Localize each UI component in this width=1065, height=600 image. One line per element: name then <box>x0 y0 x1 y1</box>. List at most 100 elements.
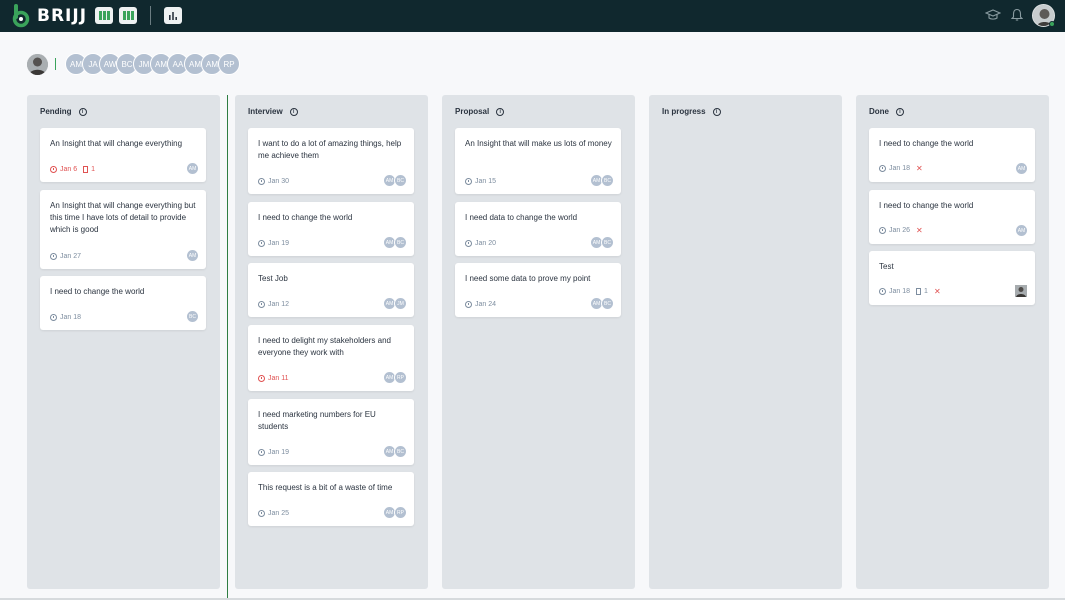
due-date: Jan 11 <box>268 375 289 382</box>
assignee-avatar[interactable]: AM <box>186 249 199 262</box>
graduation-cap-icon[interactable] <box>985 8 1001 22</box>
clock-icon <box>258 375 265 382</box>
job-card[interactable]: I want to do a lot of amazing things, he… <box>248 128 414 194</box>
columns-view-button[interactable] <box>119 7 137 24</box>
card-title: I need to change the world <box>50 287 145 296</box>
card-title: I need marketing numbers for EU students <box>258 410 376 431</box>
column-header: Pending i <box>40 107 87 116</box>
assignee-avatar[interactable]: RP <box>394 506 407 519</box>
clock-icon <box>258 301 265 308</box>
assignee-avatar[interactable]: BC <box>601 236 614 249</box>
card-assignees: AM JM <box>383 297 407 310</box>
column-header: Interview i <box>248 107 298 116</box>
close-icon[interactable]: ✕ <box>916 226 923 235</box>
job-card[interactable]: I need data to change the world Jan 20 AM B… <box>455 202 621 256</box>
online-status-dot <box>1049 21 1055 27</box>
assignee-avatar[interactable]: JM <box>394 297 407 310</box>
card-title: I need to change the world <box>258 213 353 222</box>
brand-logo-icon <box>12 4 30 28</box>
close-icon[interactable]: ✕ <box>934 287 941 296</box>
toolbar-divider <box>150 6 151 25</box>
assignee-avatar[interactable]: BC <box>601 297 614 310</box>
due-date: Jan 25 <box>268 510 290 517</box>
bar-chart-icon <box>169 11 177 20</box>
card-meta: Jan 20 <box>465 240 496 247</box>
due-date: Jan 15 <box>475 178 497 185</box>
column-title: Proposal <box>455 107 490 116</box>
job-card[interactable]: Test Job Jan 12 AM JM <box>248 263 414 317</box>
card-assignees: AM BC <box>383 445 407 458</box>
attachment-count: 1 <box>924 288 928 295</box>
assignee-photo[interactable] <box>1014 284 1028 298</box>
card-assignees: AM RP <box>383 506 407 519</box>
card-meta: Jan 27 <box>50 253 81 260</box>
card-meta: Jan 19 <box>258 240 289 247</box>
member-avatar[interactable]: RP <box>218 53 240 75</box>
card-title: I need to delight my stakeholders and ev… <box>258 336 391 357</box>
card-meta: Jan 15 <box>465 178 496 185</box>
job-card[interactable]: This request is a bit of a waste of time… <box>248 472 414 526</box>
column-pending: Pending i An Insight that will change ever… <box>27 95 220 589</box>
assignee-avatar[interactable]: AM <box>1015 162 1028 175</box>
card-assignees: AM BC <box>383 236 407 249</box>
brand-logo[interactable]: BRIJJ <box>10 4 87 28</box>
column-title: Done <box>869 107 889 116</box>
card-meta: Jan 26 ✕ <box>879 226 923 235</box>
clock-icon <box>879 227 886 234</box>
info-icon[interactable]: i <box>712 107 721 116</box>
job-card[interactable]: I need to change the world Jan 18 BC <box>40 276 206 330</box>
due-date: Jan 19 <box>268 449 290 456</box>
card-assignees <box>1014 284 1028 298</box>
clock-icon <box>465 301 472 308</box>
info-icon[interactable]: i <box>78 107 87 116</box>
clock-icon <box>879 288 886 295</box>
card-meta: Jan 25 <box>258 510 289 517</box>
user-photo-icon <box>27 53 48 75</box>
assignee-avatar[interactable]: BC <box>394 445 407 458</box>
card-assignees: AM RP <box>383 371 407 384</box>
clock-icon <box>258 510 265 517</box>
due-date: Jan 12 <box>268 301 290 308</box>
assignee-avatar[interactable]: BC <box>186 310 199 323</box>
bell-icon[interactable] <box>1011 8 1023 22</box>
job-card[interactable]: An Insight that will make us lots of mon… <box>455 128 621 194</box>
info-icon[interactable]: i <box>496 107 505 116</box>
job-card[interactable]: I need marketing numbers for EU students… <box>248 399 414 465</box>
assignee-avatar[interactable]: AM <box>186 162 199 175</box>
job-card[interactable]: Test Jan 18 1 ✕ <box>869 251 1035 305</box>
attachment-icon <box>83 166 89 173</box>
job-card[interactable]: I need some data to prove my point Jan 24… <box>455 263 621 317</box>
job-card[interactable]: I need to change the world Jan 26 ✕ AM <box>869 190 1035 244</box>
job-card[interactable]: An Insight that will change everything b… <box>40 190 206 269</box>
my-avatar[interactable] <box>27 53 48 75</box>
assignee-avatar[interactable]: BC <box>601 174 614 187</box>
info-icon[interactable]: i <box>289 107 298 116</box>
card-meta: Jan 18 ✕ <box>879 164 923 173</box>
close-icon[interactable]: ✕ <box>916 164 923 173</box>
card-title: I need to change the world <box>879 201 974 210</box>
assignee-avatar[interactable]: BC <box>394 236 407 249</box>
job-card[interactable]: An Insight that will change everything Ja… <box>40 128 206 182</box>
card-assignees: AM <box>1015 224 1028 237</box>
analytics-view-button[interactable] <box>164 7 182 24</box>
assignee-avatar[interactable]: BC <box>394 174 407 187</box>
job-card[interactable]: I need to change the world Jan 18 ✕ AM <box>869 128 1035 182</box>
assignee-avatar[interactable]: RP <box>394 371 407 384</box>
due-date: Jan 27 <box>60 253 82 260</box>
attachment-count: 1 <box>91 166 96 173</box>
due-date: Jan 26 <box>889 227 911 234</box>
card-title: This request is a bit of a waste of time <box>258 483 393 492</box>
job-card[interactable]: I need to change the world Jan 19 AM BC <box>248 202 414 256</box>
column-proposal: Proposal i An Insight that will make us lo… <box>442 95 635 589</box>
card-title: Test <box>879 262 894 271</box>
assignee-avatar[interactable]: AM <box>1015 224 1028 237</box>
column-title: In progress <box>662 107 706 116</box>
board-view-button[interactable] <box>95 7 113 24</box>
due-date: Jan 18 <box>889 165 911 172</box>
due-date: Jan 24 <box>475 301 497 308</box>
info-icon[interactable]: i <box>896 107 904 116</box>
job-card[interactable]: I need to delight my stakeholders and ev… <box>248 325 414 391</box>
due-date: Jan 18 <box>889 288 911 295</box>
column-header: In progress i <box>662 107 721 116</box>
clock-icon <box>258 178 265 185</box>
